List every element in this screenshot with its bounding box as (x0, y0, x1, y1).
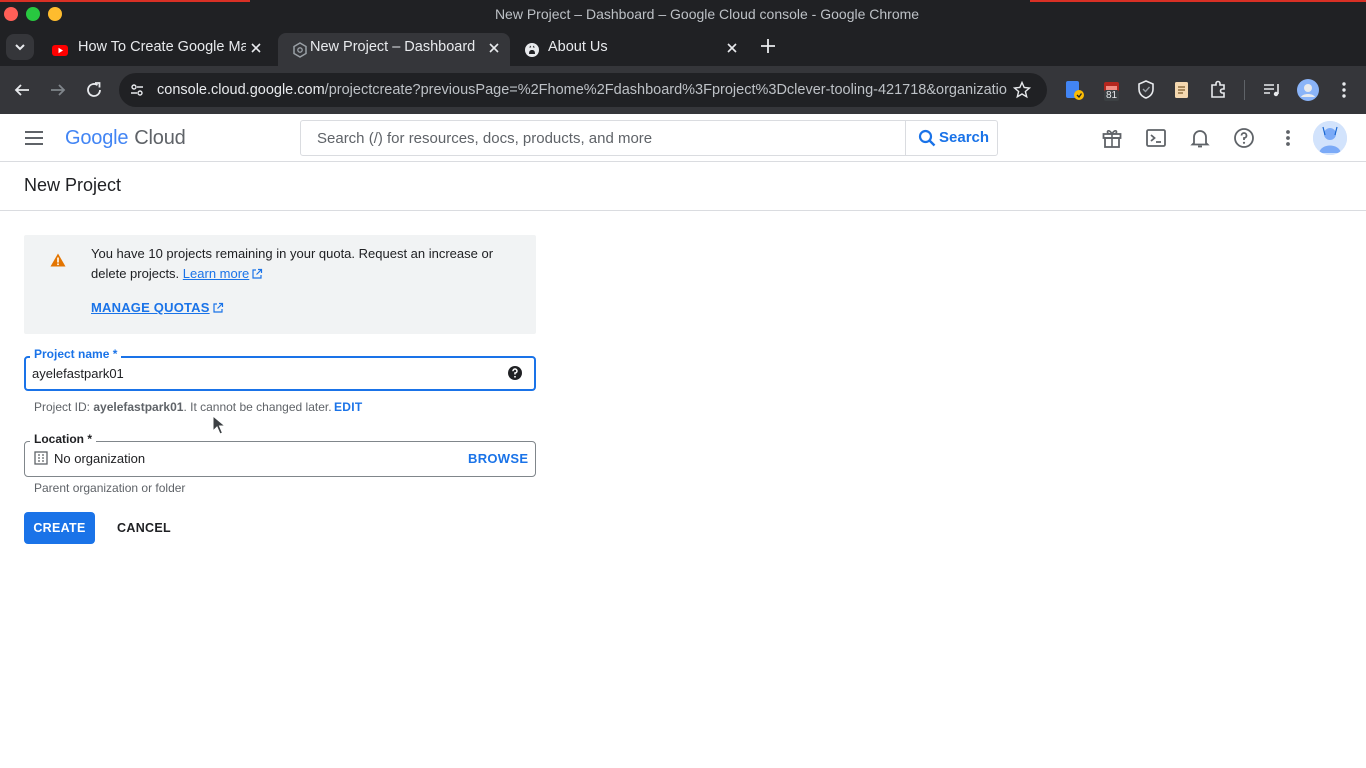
project-name-input[interactable] (32, 362, 492, 384)
external-link-icon (213, 302, 223, 313)
hamburger-menu-icon[interactable] (22, 126, 46, 150)
project-id-hint: Project ID: ayelefastpark01. It cannot b… (34, 400, 332, 414)
notifications-bell-icon[interactable] (1188, 126, 1212, 150)
tab-strip: How To Create Google Maps New Project – … (0, 29, 1366, 66)
gcp-header: Google Cloud Search (0, 114, 1366, 162)
close-tab-icon[interactable] (722, 38, 742, 58)
tab-title: How To Create Google Maps (78, 39, 246, 55)
avatar-icon (1313, 121, 1347, 155)
tab-title: New Project – Dashboard (310, 39, 476, 55)
manage-quotas-link[interactable]: MANAGE QUOTAS (91, 300, 224, 315)
gift-icon[interactable] (1100, 126, 1124, 150)
logo-cloud: Cloud (134, 127, 186, 149)
media-controls-icon[interactable] (1260, 78, 1284, 102)
learn-more-link[interactable]: Learn more (183, 266, 249, 281)
location-hint: Parent organization or folder (34, 481, 186, 495)
building-icon (34, 451, 48, 465)
url-host: console.cloud.google.com (157, 82, 325, 98)
page-header: New Project (0, 162, 1366, 211)
search-button-label: Search (939, 129, 990, 146)
title-bar: New Project – Dashboard – Google Cloud c… (0, 0, 1366, 29)
cloud-favicon-icon (293, 42, 307, 58)
cloud-shell-icon[interactable] (1144, 126, 1168, 150)
extension-badge: 81 (1104, 90, 1120, 101)
external-link-icon (252, 268, 263, 279)
search-button[interactable]: Search (905, 120, 998, 156)
project-id-prefix: Project ID: (34, 400, 91, 414)
location-value: No organization (54, 451, 146, 466)
new-tab-button[interactable] (757, 35, 779, 57)
tab-youtube[interactable]: How To Create Google Maps (38, 33, 274, 66)
close-tab-icon[interactable] (246, 38, 266, 58)
manage-quotas-label: MANAGE QUOTAS (91, 300, 210, 315)
chrome-menu-icon[interactable] (1332, 78, 1356, 102)
tab-about-us[interactable]: About Us (514, 33, 750, 66)
logo-google: Google (65, 127, 129, 149)
back-icon[interactable] (10, 78, 34, 102)
drive-extension-icon[interactable] (1062, 78, 1086, 102)
profile-avatar-icon[interactable] (1296, 78, 1320, 102)
github-icon (525, 43, 539, 57)
search-input[interactable] (301, 121, 905, 155)
mouse-cursor-icon (212, 415, 226, 435)
warning-icon (50, 253, 66, 267)
reload-icon[interactable] (82, 78, 106, 102)
edit-project-id-button[interactable]: EDIT (334, 400, 363, 414)
window-title: New Project – Dashboard – Google Cloud c… (494, 6, 920, 22)
create-button[interactable]: CREATE (24, 512, 95, 544)
cancel-button[interactable]: CANCEL (110, 512, 178, 544)
google-cloud-logo[interactable]: Google Cloud (65, 125, 186, 151)
account-avatar[interactable] (1313, 121, 1347, 155)
quota-message-text: You have 10 projects remaining in your q… (91, 246, 494, 281)
shield-icon[interactable] (1134, 78, 1158, 102)
learn-more-label: Learn more (182, 266, 250, 281)
address-bar[interactable]: console.cloud.google.com/projectcreate?p… (119, 73, 1047, 107)
page-title: New Project (24, 175, 122, 195)
bookmark-star-icon[interactable] (1013, 81, 1031, 99)
more-options-icon[interactable] (1276, 126, 1300, 150)
url-path: /projectcreate?previousPage=%2Fhome%2Fda… (324, 82, 1007, 98)
tab-title: About Us (548, 39, 608, 55)
quota-message: You have 10 projects remaining in your q… (91, 244, 511, 284)
help-icon[interactable] (1232, 126, 1256, 150)
puzzle-extensions-icon[interactable] (1206, 78, 1230, 102)
help-circle-icon[interactable] (507, 365, 523, 381)
forward-icon[interactable] (46, 78, 70, 102)
site-info-icon[interactable] (129, 82, 145, 98)
quota-notice: You have 10 projects remaining in your q… (24, 235, 536, 334)
browse-button[interactable]: BROWSE (468, 451, 528, 466)
browser-toolbar: console.cloud.google.com/projectcreate?p… (0, 66, 1366, 114)
tab-new-project[interactable]: New Project – Dashboard (278, 33, 510, 66)
url-text: console.cloud.google.com/projectcreate?p… (157, 73, 1007, 107)
project-id-suffix: . It cannot be changed later. (183, 400, 332, 414)
notes-extension-icon[interactable] (1170, 78, 1194, 102)
location-label: Location * (30, 432, 97, 446)
toolbar-separator (1244, 80, 1245, 100)
chevron-down-icon (15, 44, 25, 51)
tab-search-button[interactable] (6, 34, 34, 60)
project-id-value: ayelefastpark01 (93, 400, 184, 414)
console-search: Search (300, 120, 998, 156)
project-name-label: Project name * (30, 347, 122, 361)
search-icon (918, 129, 936, 147)
youtube-icon (52, 45, 68, 56)
close-tab-icon[interactable] (484, 38, 504, 58)
